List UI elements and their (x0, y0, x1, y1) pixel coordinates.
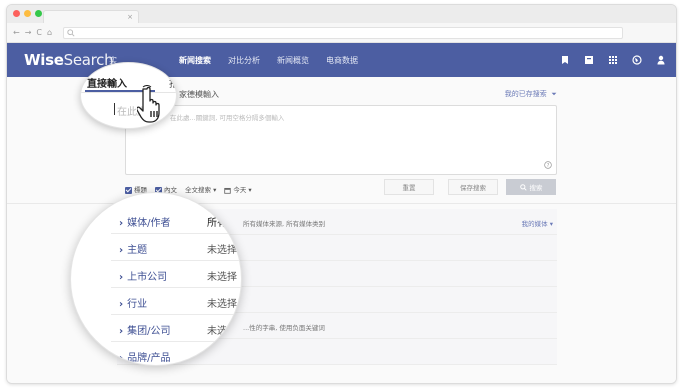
user-icon[interactable] (656, 55, 666, 65)
home-icon[interactable]: ⌂ (47, 28, 52, 37)
back-icon[interactable]: ← (13, 28, 20, 37)
chevron-right-icon: › (119, 299, 124, 310)
my-saved-searches-link[interactable]: 我的已存搜索 (505, 89, 557, 99)
mag-row-group[interactable]: › 集团/公司 未选择 (111, 315, 241, 342)
archive-icon[interactable] (584, 55, 594, 65)
save-search-button[interactable]: 保存搜索 (448, 179, 498, 195)
hand-pointer-icon (137, 85, 160, 123)
chevron-down-icon (551, 92, 557, 96)
mag-row-topic[interactable]: › 主题 未选择 (111, 234, 241, 261)
filter-magnifier: › 媒体/作者 所有如 › 主题 未选择 › 上市公司 未选择 › 行业 未选择 › 集团… (70, 192, 242, 366)
nav-item-news-overview[interactable]: 新闻概览 (277, 55, 309, 66)
search-button[interactable]: 搜索 (506, 179, 556, 195)
text-cursor (114, 103, 115, 115)
section-divider (7, 203, 676, 204)
search-icon (67, 29, 75, 37)
browser-tabbar: × (7, 5, 676, 23)
mag-row-listed-company[interactable]: › 上市公司 未选择 (111, 261, 241, 288)
forward-icon[interactable]: → (25, 28, 32, 37)
check-icon (125, 186, 132, 194)
search-placeholder: 在此處...關鍵詞, 可用空格分隔多個輸入 (170, 114, 285, 122)
wisesearch-logo[interactable]: WiseSearch (24, 51, 114, 69)
minimize-window-button[interactable] (24, 10, 31, 17)
tab-other[interactable]: 指 (169, 75, 176, 90)
nav-item-compare[interactable]: 对比分析 (228, 55, 260, 66)
tab-close-icon[interactable]: × (127, 11, 133, 23)
address-bar[interactable] (63, 27, 623, 39)
my-media-link[interactable]: 我的媒体 ▾ (522, 218, 553, 228)
globe-icon[interactable] (632, 55, 642, 65)
chevron-right-icon: › (119, 353, 124, 364)
mag-row-brand[interactable]: › 品牌/产品 未 (111, 342, 241, 365)
calendar-icon (224, 187, 232, 194)
bookmark-icon[interactable] (560, 55, 570, 65)
tab-direct-input[interactable]: 直接輸入 (87, 75, 127, 90)
window-controls (13, 10, 42, 17)
maximize-window-button[interactable] (35, 10, 42, 17)
close-window-button[interactable] (13, 10, 20, 17)
browser-toolbar: ← → C ⌂ (7, 23, 676, 43)
search-query-input[interactable]: 在此處...關鍵詞, 可用空格分隔多個輸入 ? (125, 105, 557, 175)
reset-button[interactable]: 重置 (384, 179, 434, 195)
chevron-right-icon: › (119, 272, 124, 283)
search-mode-tabs: 家德模輸入 我的已存搜索 (117, 85, 557, 103)
nav-item-ecommerce[interactable]: 电商数据 (326, 55, 358, 66)
grid-icon[interactable] (608, 55, 618, 65)
chevron-right-icon: › (119, 245, 124, 256)
nav-item-news-search[interactable]: 新闻搜索 (179, 55, 211, 66)
tab-template-input[interactable]: 家德模輸入 (179, 89, 219, 100)
reload-icon[interactable]: C (36, 28, 42, 37)
input-tab-magnifier: 直接輸入 指 在此處 (80, 62, 177, 129)
header-icons (560, 43, 666, 77)
date-range-dropdown[interactable]: 今天 ▾ (224, 184, 252, 194)
browser-tab[interactable]: × (43, 10, 139, 23)
help-icon[interactable]: ? (544, 161, 552, 169)
mag-row-industry[interactable]: › 行业 未选择 (111, 288, 241, 315)
browser-nav-buttons: ← → C ⌂ (13, 28, 52, 37)
search-icon (519, 183, 527, 191)
search-action-buttons: 重置 保存搜索 搜索 (384, 179, 556, 195)
mag-row-media[interactable]: › 媒体/作者 所有如 (111, 207, 241, 234)
chevron-right-icon: › (119, 326, 124, 337)
chevron-right-icon: › (119, 218, 124, 229)
search-scope-dropdown[interactable]: 全文搜索 ▾ (185, 184, 216, 194)
